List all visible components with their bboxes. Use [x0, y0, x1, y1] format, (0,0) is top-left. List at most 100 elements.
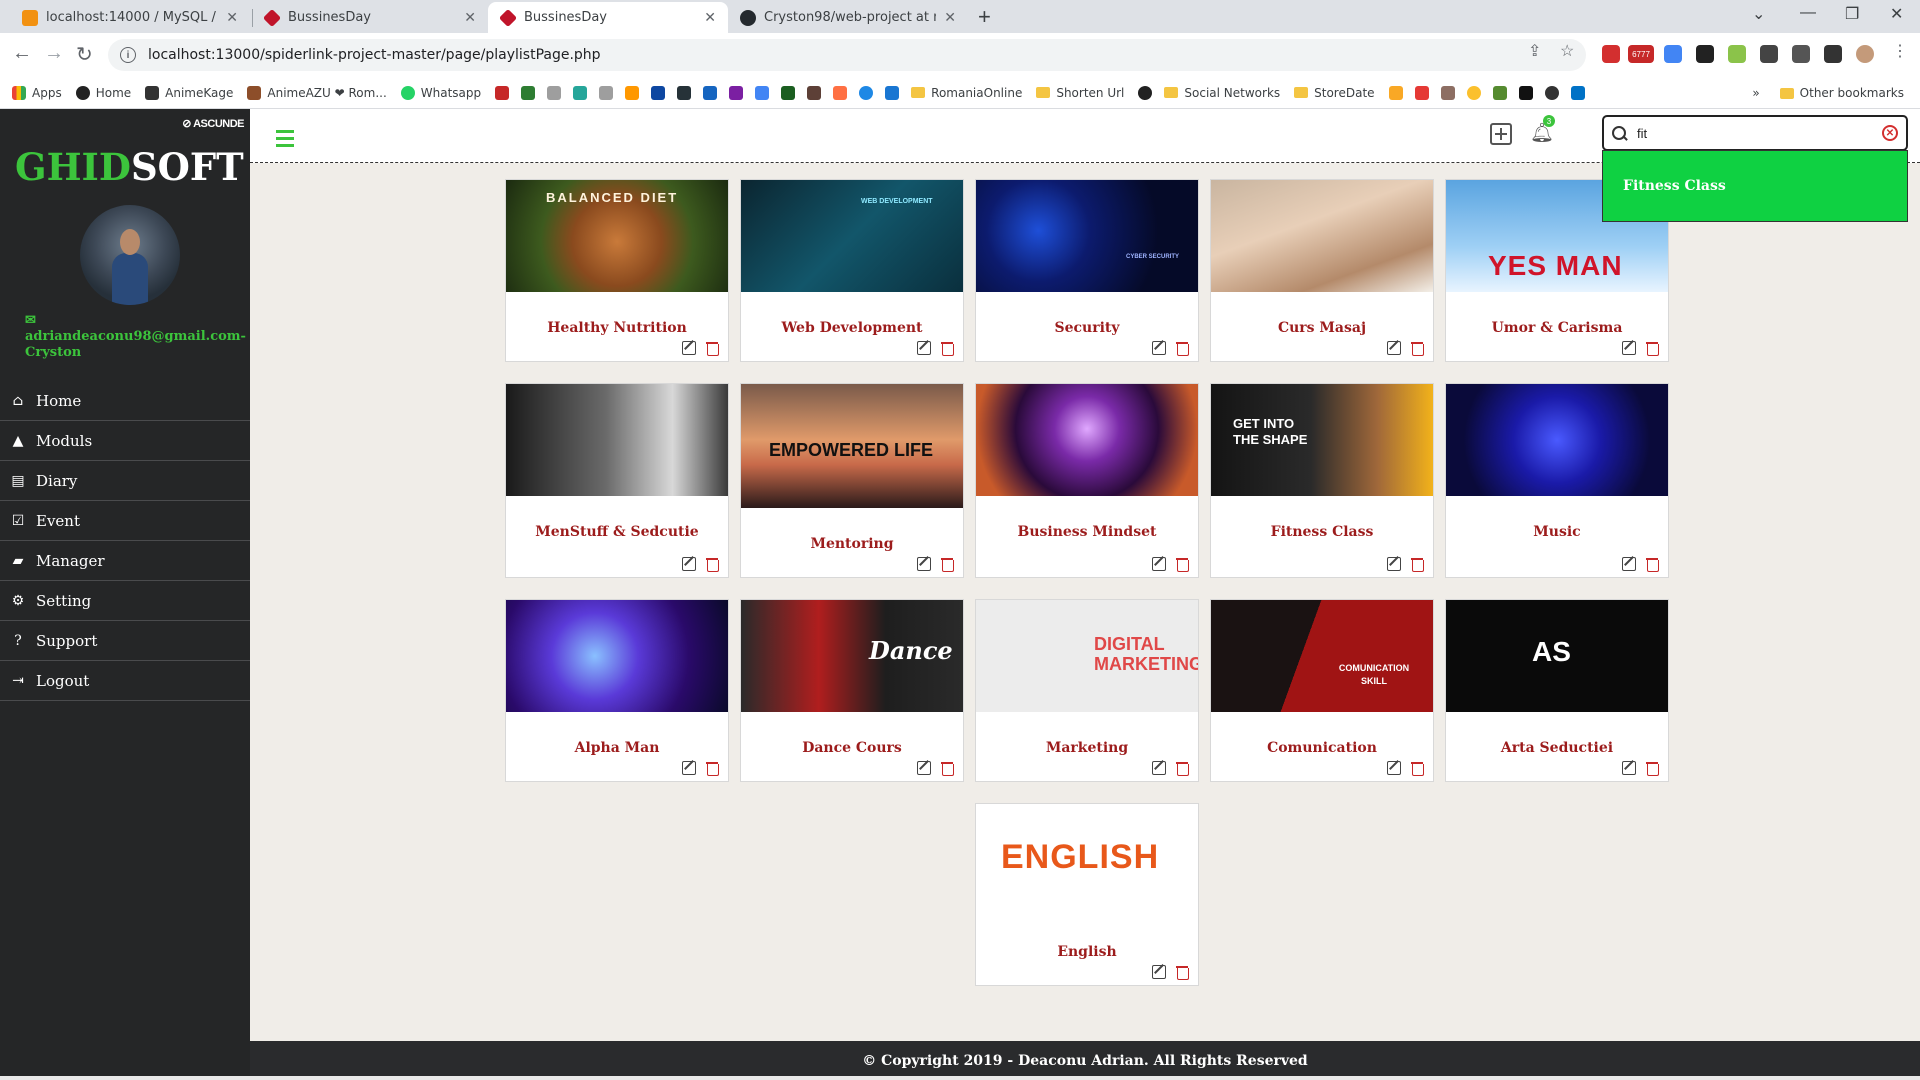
more-bookmarks-icon[interactable]: »: [1752, 86, 1759, 100]
delete-icon[interactable]: [941, 761, 954, 776]
bookmark-icon[interactable]: [651, 85, 666, 100]
playlist-card[interactable]: CYBER SECURITY Security: [975, 179, 1199, 362]
playlist-card[interactable]: COMUNICATION SKILL Comunication: [1210, 599, 1434, 782]
edit-icon[interactable]: [1387, 761, 1401, 775]
delete-icon[interactable]: [706, 341, 719, 356]
delete-icon[interactable]: [1176, 761, 1189, 776]
edit-icon[interactable]: [682, 557, 696, 571]
browser-tab-active[interactable]: BussinesDay ✕: [488, 2, 728, 33]
bookmark-icon[interactable]: [781, 85, 796, 100]
tab-search-icon[interactable]: ⌄: [1752, 4, 1765, 24]
browser-tab[interactable]: BussinesDay ✕: [252, 2, 488, 33]
share-icon[interactable]: ⇪: [1528, 41, 1541, 61]
delete-icon[interactable]: [941, 341, 954, 356]
bookmark-icon[interactable]: [859, 85, 874, 100]
bookmark-icon[interactable]: [547, 85, 562, 100]
bookmark-icon[interactable]: [1388, 85, 1403, 100]
delete-icon[interactable]: [706, 557, 719, 572]
bookmark-icon[interactable]: [677, 85, 692, 100]
back-icon[interactable]: ←: [12, 42, 32, 65]
other-bookmarks[interactable]: Other bookmarks: [1800, 86, 1904, 100]
url-bar[interactable]: i localhost:13000/spiderlink-project-mas…: [108, 39, 1586, 71]
sidebar-item-diary[interactable]: ▤ Diary: [0, 461, 250, 501]
playlist-card[interactable]: Alpha Man: [505, 599, 729, 782]
playlist-card[interactable]: GET INTO THE SHAPE Fitness Class: [1210, 383, 1434, 578]
edit-icon[interactable]: [1387, 341, 1401, 355]
adblock-extension-icon[interactable]: [1602, 45, 1620, 63]
notifications-bell-icon[interactable]: 🔔︎ 3: [1530, 115, 1555, 144]
sidebar-item-setting[interactable]: ⚙ Setting: [0, 581, 250, 621]
minimize-icon[interactable]: —: [1800, 4, 1816, 22]
site-info-icon[interactable]: i: [120, 47, 136, 63]
bookmark-icon[interactable]: [1414, 85, 1429, 100]
edit-icon[interactable]: [682, 761, 696, 775]
close-tab-icon[interactable]: ✕: [704, 10, 716, 26]
browser-tab[interactable]: Cryston98/web-project at master ✕: [728, 2, 968, 33]
close-window-icon[interactable]: ✕: [1890, 4, 1903, 24]
delete-icon[interactable]: [1411, 761, 1424, 776]
delete-icon[interactable]: [941, 557, 954, 572]
browser-tab[interactable]: localhost:14000 / MySQL / spider ✕: [10, 2, 250, 33]
edit-icon[interactable]: [917, 341, 931, 355]
edit-icon[interactable]: [1622, 341, 1636, 355]
delete-icon[interactable]: [1646, 341, 1659, 356]
bookmark-icon[interactable]: [521, 85, 536, 100]
bookmark-icon[interactable]: [885, 85, 900, 100]
bookmark-icon[interactable]: [833, 85, 848, 100]
search-input[interactable]: fit ✕: [1602, 115, 1908, 151]
bookmark-icon[interactable]: [1544, 85, 1559, 100]
bookmark-icon[interactable]: [703, 85, 718, 100]
edit-icon[interactable]: [1387, 557, 1401, 571]
sidebar-item-support[interactable]: ? Support: [0, 621, 250, 661]
delete-icon[interactable]: [706, 761, 719, 776]
bookmark-animekage[interactable]: AnimeKage: [145, 85, 233, 100]
bookmark-icon[interactable]: [1570, 85, 1585, 100]
bookmark-folder-social-networks[interactable]: Social Networks: [1164, 86, 1280, 100]
menu-kebab-icon[interactable]: ⋮: [1892, 41, 1908, 61]
bookmark-whatsapp[interactable]: Whatsapp: [400, 85, 481, 100]
bookmark-icon[interactable]: [1492, 85, 1507, 100]
edit-icon[interactable]: [682, 341, 696, 355]
playlist-card[interactable]: WEB DEVELOPMENT Web Development: [740, 179, 964, 362]
edit-icon[interactable]: [1152, 761, 1166, 775]
delete-icon[interactable]: [1411, 341, 1424, 356]
bookmark-folder-shorten-url[interactable]: Shorten Url: [1036, 86, 1124, 100]
new-tab-icon[interactable]: +: [978, 4, 991, 30]
bookmark-star-icon[interactable]: ☆: [1560, 41, 1574, 61]
forward-icon[interactable]: →: [44, 42, 64, 65]
playlist-card[interactable]: Dance Dance Cours: [740, 599, 964, 782]
delete-icon[interactable]: [1411, 557, 1424, 572]
bookmark-icon[interactable]: [1466, 85, 1481, 100]
edit-icon[interactable]: [1152, 557, 1166, 571]
delete-icon[interactable]: [1646, 557, 1659, 572]
playlist-card[interactable]: BALANCED DIET Healthy Nutrition: [505, 179, 729, 362]
delete-icon[interactable]: [1646, 761, 1659, 776]
bookmark-apps[interactable]: Apps: [12, 85, 62, 100]
bookmark-folder-romaniaonline[interactable]: RomaniaOnline: [911, 86, 1022, 100]
delete-icon[interactable]: [1176, 965, 1189, 980]
sidebar-item-event[interactable]: ☑ Event: [0, 501, 250, 541]
extension-icon[interactable]: [1696, 45, 1714, 63]
bookmark-icon[interactable]: [1518, 85, 1533, 100]
bookmark-icon[interactable]: [625, 85, 640, 100]
bookmark-icon[interactable]: [599, 85, 614, 100]
sidebar-item-home[interactable]: ⌂ Home: [0, 381, 250, 421]
bookmark-icon[interactable]: [729, 85, 744, 100]
playlist-card[interactable]: AS Arta Seductiei: [1445, 599, 1669, 782]
playlist-card[interactable]: ENGLISH English: [975, 803, 1199, 986]
delete-icon[interactable]: [1176, 341, 1189, 356]
bookmark-folder-storedate[interactable]: StoreDate: [1294, 86, 1375, 100]
translate-extension-icon[interactable]: [1664, 45, 1682, 63]
hamburger-menu-icon[interactable]: [276, 130, 294, 151]
maximize-icon[interactable]: ❐: [1845, 4, 1859, 24]
delete-icon[interactable]: [1176, 557, 1189, 572]
search-value[interactable]: fit: [1637, 126, 1882, 141]
bookmark-icon[interactable]: [755, 85, 770, 100]
close-tab-icon[interactable]: ✕: [944, 10, 956, 26]
bookmark-icon[interactable]: [495, 85, 510, 100]
close-tab-icon[interactable]: ✕: [464, 10, 476, 26]
edit-icon[interactable]: [1152, 965, 1166, 979]
bookmark-icon[interactable]: [807, 85, 822, 100]
bookmark-icon[interactable]: [573, 85, 588, 100]
search-suggestion[interactable]: Fitness Class: [1602, 150, 1908, 222]
